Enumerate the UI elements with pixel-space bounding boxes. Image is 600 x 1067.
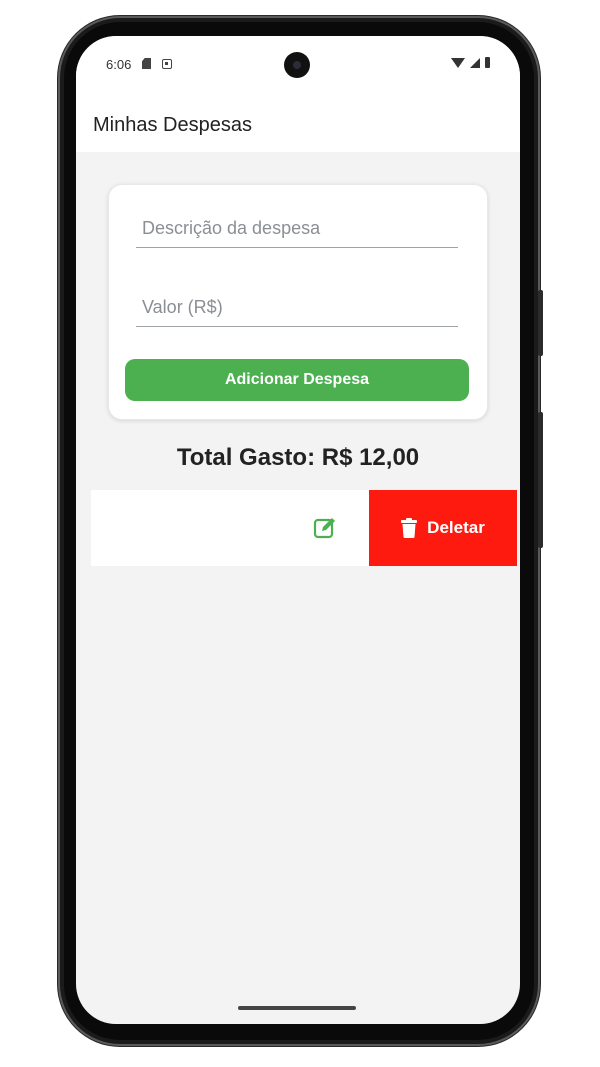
front-camera xyxy=(284,52,310,78)
trash-icon xyxy=(401,518,418,538)
add-expense-button-label: Adicionar Despesa xyxy=(224,371,370,388)
status-right-icons xyxy=(451,57,490,68)
power-button xyxy=(538,412,543,548)
delete-button[interactable]: Deletar xyxy=(369,490,517,566)
app-screen: 6:06 Minhas Despesas Adicionar Despesa T… xyxy=(76,36,520,1024)
battery-icon xyxy=(485,57,490,68)
status-left-icons xyxy=(142,58,172,69)
wifi-icon xyxy=(451,57,465,68)
delete-button-label: Deletar xyxy=(427,518,485,537)
home-indicator[interactable] xyxy=(238,1006,356,1010)
page-title: Minhas Despesas xyxy=(93,114,252,136)
volume-button xyxy=(538,290,543,356)
notification-a-icon xyxy=(162,58,172,69)
edit-icon[interactable] xyxy=(312,515,338,541)
status-bar: 6:06 xyxy=(76,36,520,94)
app-bar: Minhas Despesas xyxy=(76,94,520,152)
add-expense-button[interactable]: Adicionar Despesa xyxy=(125,359,469,401)
signal-icon xyxy=(470,57,480,68)
value-input[interactable] xyxy=(140,292,454,322)
description-input[interactable] xyxy=(140,213,454,243)
status-time: 6:06 xyxy=(106,57,132,72)
expense-list-item: Deletar xyxy=(91,490,517,566)
sd-card-icon xyxy=(142,58,151,69)
description-field xyxy=(136,209,458,248)
total-spent: Total Gasto: R$ 12,00 xyxy=(176,444,420,471)
expense-form-card: Adicionar Despesa xyxy=(108,184,488,420)
value-field xyxy=(136,288,458,327)
